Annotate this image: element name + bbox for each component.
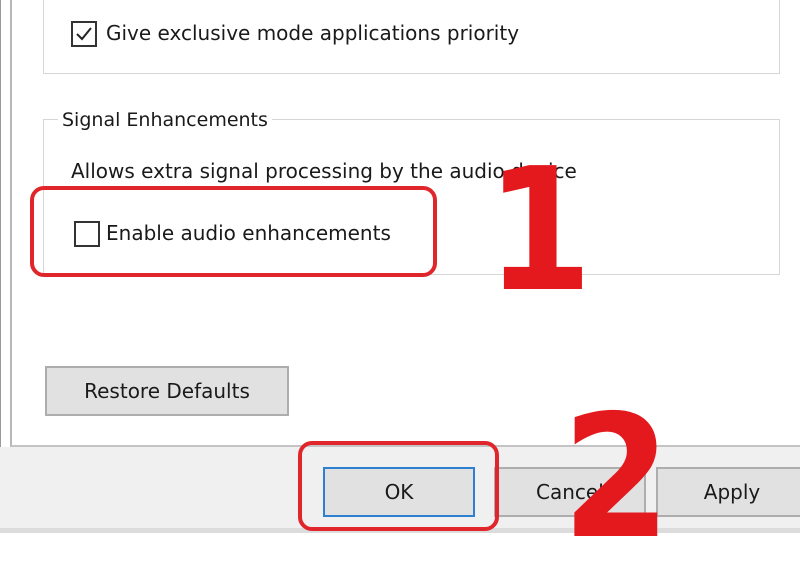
annotation-number-2: 2: [562, 379, 671, 577]
check-icon: [76, 27, 92, 41]
annotation-number-1: 1: [486, 132, 593, 330]
exclusive-mode-checkbox[interactable]: [71, 21, 97, 47]
annotation-highlight-step-2: [298, 441, 499, 531]
annotation-highlight-step-1: [30, 186, 437, 277]
apply-button[interactable]: Apply: [656, 467, 800, 517]
signal-enhancements-title: Signal Enhancements: [58, 107, 272, 133]
exclusive-mode-label[interactable]: Give exclusive mode applications priorit…: [106, 19, 519, 47]
restore-defaults-button[interactable]: Restore Defaults: [45, 366, 289, 416]
